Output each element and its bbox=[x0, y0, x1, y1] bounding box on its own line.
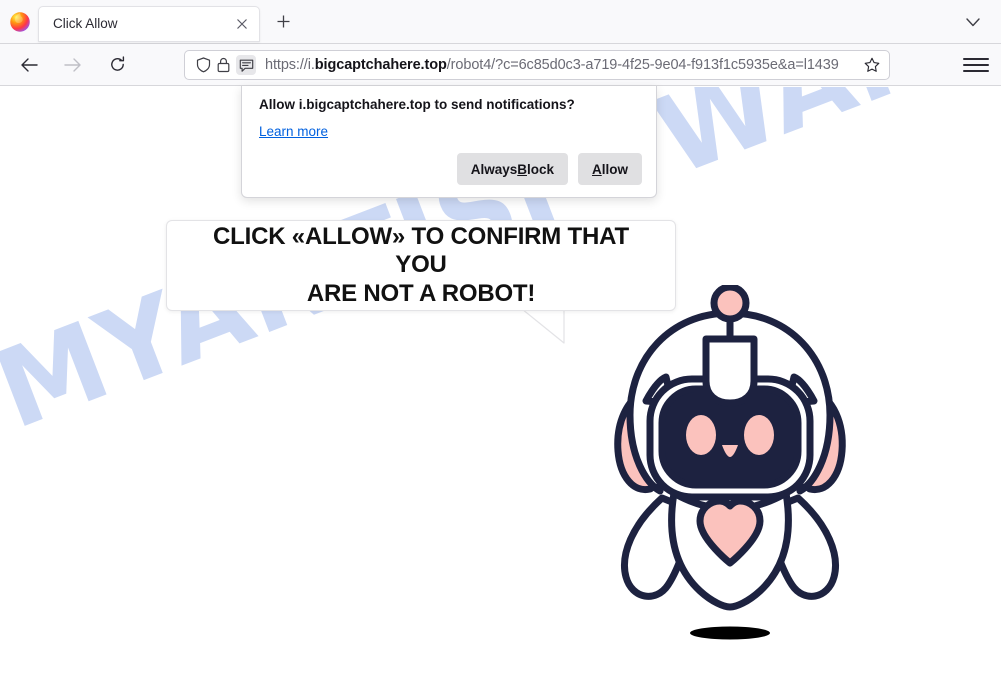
browser-tab[interactable]: Click Allow bbox=[38, 5, 260, 42]
always-block-button[interactable]: Always Block bbox=[456, 153, 568, 185]
url-domain: bigcaptchahere.top bbox=[314, 57, 447, 73]
tab-bar: Click Allow bbox=[0, 0, 1001, 44]
always-block-pre: Always bbox=[470, 161, 518, 177]
tab-title: Click Allow bbox=[53, 16, 118, 31]
star-icon[interactable] bbox=[861, 54, 883, 76]
url-path: /robot4/?c=6c85d0c3-a719-4f25-9e04-f913f… bbox=[446, 57, 839, 73]
reload-button[interactable] bbox=[102, 50, 132, 80]
hamburger-menu-icon[interactable] bbox=[963, 53, 989, 77]
permission-buttons: Always Block Allow bbox=[456, 153, 642, 185]
bubble-line-2: ARE NOT A ROBOT! bbox=[306, 279, 536, 307]
new-tab-button[interactable] bbox=[268, 7, 298, 37]
permission-prompt-title: Allow i.bigcaptchahere.top to send notif… bbox=[259, 97, 575, 112]
back-arrow-icon bbox=[21, 57, 38, 72]
forward-arrow-icon bbox=[64, 57, 81, 72]
speech-bubble-tail bbox=[521, 309, 565, 344]
list-all-tabs-button[interactable] bbox=[959, 10, 987, 34]
always-block-accesskey: B bbox=[517, 161, 527, 177]
learn-more-link[interactable]: Learn more bbox=[259, 124, 328, 139]
robot-mascot-illustration bbox=[614, 285, 846, 640]
firefox-logo-icon bbox=[10, 11, 30, 32]
address-bar[interactable]: https://i.bigcaptchahere.top/robot4/?c=6… bbox=[184, 50, 890, 80]
forward-button[interactable] bbox=[58, 50, 88, 80]
allow-accesskey: A bbox=[592, 161, 602, 177]
bubble-line-1: CLICK «ALLOW» TO CONFIRM THAT YOU bbox=[213, 223, 629, 279]
shield-icon[interactable] bbox=[193, 55, 213, 75]
close-icon[interactable] bbox=[231, 13, 253, 35]
bubble-text: CLICK «ALLOW» TO CONFIRM THAT YOU ARE NO… bbox=[167, 223, 675, 308]
url-text[interactable]: https://i.bigcaptchahere.top/robot4/?c=6… bbox=[265, 57, 861, 73]
always-block-post: lock bbox=[526, 161, 554, 177]
lock-icon[interactable] bbox=[213, 55, 233, 75]
chevron-down-icon bbox=[966, 17, 980, 26]
ground-shadow bbox=[690, 626, 770, 640]
plus-icon bbox=[277, 15, 289, 28]
back-button[interactable] bbox=[14, 50, 44, 80]
notification-bubble-icon[interactable] bbox=[236, 55, 256, 75]
speech-bubble: CLICK «ALLOW» TO CONFIRM THAT YOU ARE NO… bbox=[166, 220, 676, 311]
allow-button[interactable]: Allow bbox=[578, 153, 642, 185]
url-prefix: https://i. bbox=[265, 57, 315, 73]
allow-post: llow bbox=[601, 161, 628, 177]
browser-window: Click Allow https://i.bigcaptchahere.top… bbox=[0, 0, 1001, 680]
notification-permission-panel: Allow i.bigcaptchahere.top to send notif… bbox=[241, 86, 657, 198]
reload-icon bbox=[110, 56, 124, 71]
